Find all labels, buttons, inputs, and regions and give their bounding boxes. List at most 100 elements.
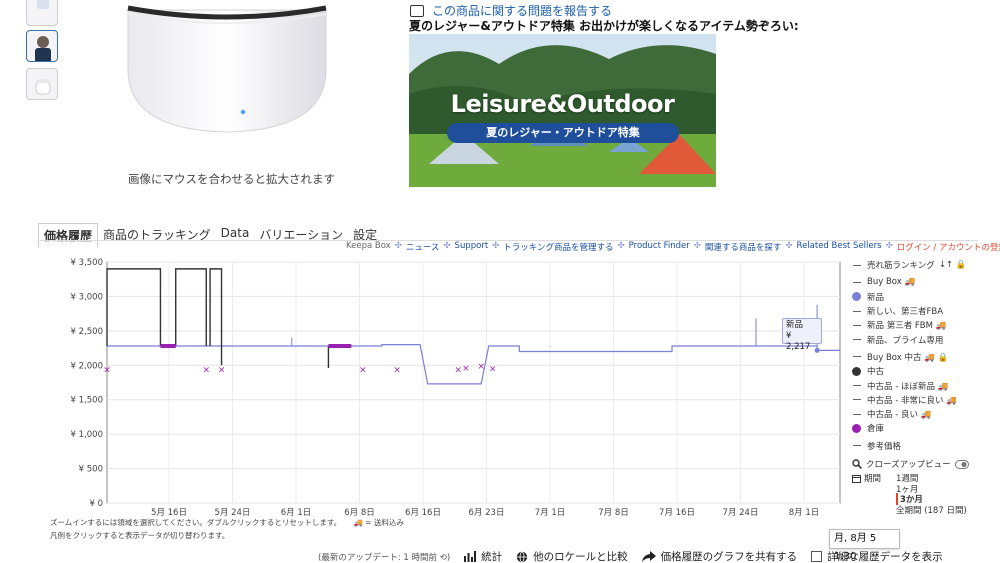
legend-item[interactable]: 新しい、第三者FBA (852, 304, 992, 318)
bottom-toolbar: (最新のアップデート: 1 時間前 ⟲) 統計 他のロケールと比較 価格履歴のグ… (318, 549, 957, 563)
legend-item[interactable]: 中古品 - 非常に良い 🚚 (852, 393, 992, 407)
warehouse-mark: × (477, 362, 485, 372)
price-history-chart[interactable]: ¥ 3,500 ¥ 3,000 ¥ 2,500 ¥ 2,000 ¥ 1,500 ¥ 1,0… (0, 250, 850, 540)
period-all[interactable]: 全期間 (187 日間) (896, 504, 967, 516)
warehouse-mark: × (454, 365, 462, 375)
toggle-icon (954, 459, 969, 469)
legend-label: 中古品 - 非常に良い 🚚 (867, 395, 957, 406)
warehouse-mark: × (359, 365, 367, 375)
share-label: 価格履歴のグラフを共有する (660, 551, 798, 563)
legend-dash-icon (853, 413, 861, 415)
shipping-note: 🚚 = 送料込み (353, 518, 404, 527)
legend-label: Buy Box 中古 🚚 🔒 (867, 352, 949, 363)
legend-label: 新品 (867, 292, 885, 303)
chart-legend: 売れ筋ランキング ↓↑ 🔒 Buy Box 🚚 新品新しい、第三者FBA 新品 第三者 … (852, 258, 992, 453)
checkbox[interactable] (811, 551, 823, 562)
tab-data[interactable]: Data (216, 223, 255, 248)
legend-dot-icon (852, 423, 861, 433)
legend-dash-icon (853, 339, 861, 341)
legend-dash-icon (853, 264, 861, 266)
legend-label: 中古 (867, 367, 885, 378)
legend-item[interactable]: 倉庫 (852, 421, 992, 435)
keepa-tabs: 価格履歴 商品のトラッキング Data バリエーション 設定 (38, 223, 382, 248)
share-icon (641, 551, 656, 562)
y-tick-label: ¥ 2,500 (71, 327, 103, 337)
product-image[interactable] (112, 0, 342, 150)
legend-dash-icon (853, 356, 861, 358)
last-update: (最新のアップデート: 1 時間前 ⟲) (318, 552, 451, 563)
legend-item[interactable]: 参考価格 (852, 439, 992, 453)
legend-item[interactable]: Buy Box 🚚 (852, 275, 992, 289)
magnifier-icon (852, 459, 862, 469)
chart-tooltip: 新品 ¥ 2,217 (782, 318, 822, 352)
zoom-hint: 画像にマウスを合わせると拡大されます (128, 172, 335, 186)
legend-item[interactable]: 新品、プライム専用 (852, 332, 992, 346)
warehouse-mark: × (489, 365, 497, 375)
promo-heading: 夏のレジャー&アウトドア特集 お出かけが楽しくなるアイテム勢ぞろい: (409, 19, 799, 33)
stats-button[interactable]: 統計 (464, 549, 502, 563)
y-tick-label: ¥ 3,000 (71, 292, 103, 302)
legend-label: 新品 第三者 FBM 🚚 (867, 321, 947, 332)
banner-subtitle: 夏のレジャー・アウトドア特集 (447, 123, 679, 143)
legend-item[interactable]: 中古品 - 良い 🚚 (852, 407, 992, 421)
calendar-icon (852, 474, 861, 483)
bar-chart-icon (464, 551, 477, 562)
period-selector: 期間 1週間 1ヶ月 3か月 全期間 (187 日間) (852, 473, 967, 516)
legend-item[interactable]: 中古 (852, 364, 992, 378)
link-login[interactable]: ログイン / アカウントの登録 (897, 241, 1000, 253)
x-tick-label: 8月 1日 (789, 508, 820, 518)
plot-area (106, 261, 841, 504)
thumbnail-1[interactable] (26, 0, 58, 26)
x-tick-label: 6月 23日 (469, 508, 505, 518)
legend-dash-icon (853, 324, 861, 326)
legend-dash-icon (853, 310, 861, 312)
stats-label: 統計 (481, 551, 503, 563)
legend-dash-icon (853, 385, 861, 387)
x-tick-label: 6月 16日 (405, 508, 441, 518)
legend-label: 中古品 - ほぼ新品 🚚 (867, 381, 949, 392)
y-tick-label: ¥ 1,000 (71, 430, 103, 440)
closeup-label: クローズアップビュー (866, 460, 951, 470)
legend-label: 新品、プライム専用 (867, 335, 944, 346)
tab-variations[interactable]: バリエーション (254, 223, 348, 248)
warehouse-mark: × (393, 365, 401, 375)
share-graph-button[interactable]: 価格履歴のグラフを共有する (641, 549, 798, 563)
promo-banner[interactable]: Leisure&Outdoor 夏のレジャー・アウトドア特集 (409, 34, 716, 187)
legend-dash-icon (853, 399, 861, 401)
legend-label: 売れ筋ランキング (867, 261, 935, 272)
tab-tracking[interactable]: 商品のトラッキング (98, 223, 216, 248)
legend-item[interactable]: 中古品 - ほぼ新品 🚚 (852, 378, 992, 392)
legend-label: 参考価格 (867, 441, 902, 452)
legend-label: 中古品 - 良い 🚚 (867, 410, 932, 421)
thumbnail-3[interactable] (26, 68, 58, 100)
closeup-view-toggle[interactable]: クローズアップビュー (852, 458, 969, 470)
legend-label: 倉庫 (867, 424, 885, 435)
y-tick-label: ¥ 0 (89, 499, 103, 509)
legend-item[interactable]: 売れ筋ランキング ↓↑ 🔒 (852, 258, 992, 272)
legend-item[interactable]: Buy Box 中古 🚚 🔒 (852, 350, 992, 364)
legend-item[interactable]: 新品 第三者 FBM 🚚 (852, 318, 992, 332)
details-label: 詳細な履歴データを表示 (827, 551, 943, 563)
tooltip-value: ¥ 2,217 (786, 331, 811, 352)
warehouse-mark: × (202, 365, 210, 375)
legend-label: 新しい、第三者FBA (867, 307, 944, 318)
legend-dash-icon (853, 445, 861, 447)
compare-label: 他のロケールと比較 (533, 551, 628, 563)
chart-hint-zoom: ズームインするには領域を選択してください。ダブルクリックするとリセットします。 … (50, 517, 404, 528)
detailed-history-checkbox[interactable]: 詳細な履歴データを表示 (811, 549, 943, 563)
legend-suffix: ↓↑ 🔒 (938, 260, 967, 271)
banner-title: Leisure&Outdoor (450, 90, 675, 118)
legend-dash-icon (853, 281, 861, 283)
legend-item[interactable]: 新品 (852, 290, 992, 304)
y-tick-label: ¥ 1,500 (71, 396, 103, 406)
legend-label: Buy Box 🚚 (867, 277, 916, 288)
tab-price-history[interactable]: 価格履歴 (38, 223, 99, 248)
legend-dot-icon (852, 366, 861, 376)
thumbnail-2[interactable] (26, 30, 58, 62)
legend-dot-icon (852, 292, 861, 302)
warehouse-mark: × (218, 365, 226, 375)
y-tick-label: ¥ 500 (79, 465, 103, 475)
compare-locales-button[interactable]: 他のロケールと比較 (516, 549, 628, 563)
zoom-instruction: ズームインするには領域を選択してください。ダブルクリックするとリセットします。 (50, 518, 342, 527)
globe-icon (516, 551, 528, 562)
